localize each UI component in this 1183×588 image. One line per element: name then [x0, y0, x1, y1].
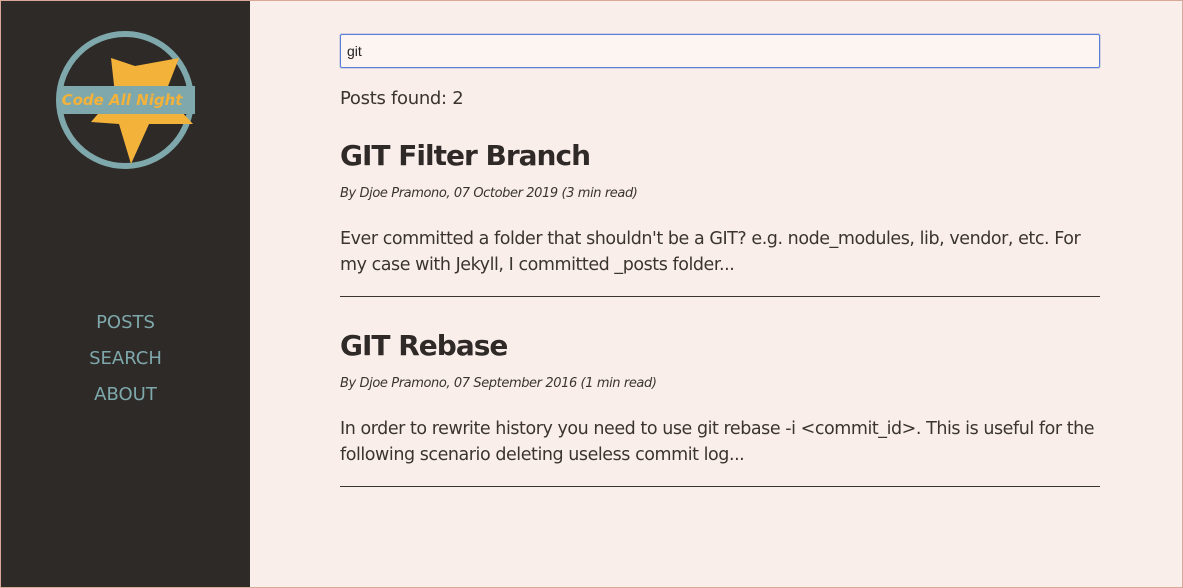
page: Code All Night POSTS SEARCH ABOUT Posts …: [0, 0, 1183, 588]
post-excerpt: Ever committed a folder that shouldn't b…: [340, 229, 1081, 275]
post-meta: By Djoe Pramono, 07 September 2016 (1 mi…: [340, 376, 657, 391]
post-excerpt: In order to rewrite history you need to …: [340, 419, 1095, 465]
main-content: Posts found: 2 GIT Filter Branch By Djoe…: [250, 1, 1182, 587]
search-results-container: Posts found: 2 GIT Filter Branch By Djoe…: [340, 34, 1100, 487]
nav-about-link[interactable]: ABOUT: [1, 377, 250, 413]
logo-text: Code All Night: [62, 91, 184, 109]
posts-found-count: Posts found: 2: [340, 88, 464, 109]
star-circle-logo-icon: Code All Night: [56, 31, 195, 169]
sidebar: Code All Night POSTS SEARCH ABOUT: [1, 1, 250, 587]
search-input[interactable]: [340, 34, 1100, 68]
nav-search-link[interactable]: SEARCH: [1, 341, 250, 377]
post-meta: By Djoe Pramono, 07 October 2019 (3 min …: [340, 186, 638, 201]
nav-posts-link[interactable]: POSTS: [1, 305, 250, 341]
site-logo[interactable]: Code All Night: [53, 28, 198, 173]
main-nav: POSTS SEARCH ABOUT: [1, 305, 250, 413]
post-item: GIT Rebase By Djoe Pramono, 07 September…: [340, 329, 1100, 487]
post-title-link[interactable]: GIT Rebase: [340, 329, 508, 362]
post-item: GIT Filter Branch By Djoe Pramono, 07 Oc…: [340, 139, 1100, 297]
post-title-link[interactable]: GIT Filter Branch: [340, 139, 591, 172]
